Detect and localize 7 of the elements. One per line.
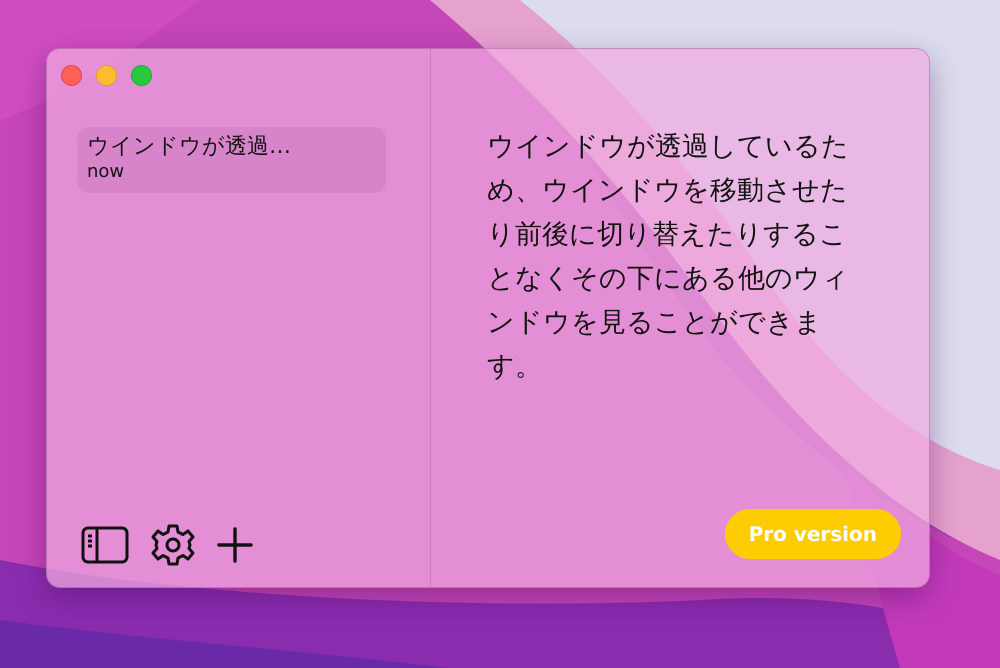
note-list-item[interactable]: ウインドウが透過… now: [77, 127, 386, 193]
sidebar-toggle-icon[interactable]: [81, 526, 129, 564]
add-icon[interactable]: [217, 527, 253, 563]
note-title: ウインドウが透過…: [87, 133, 292, 161]
settings-icon[interactable]: [151, 523, 195, 567]
note-text: ウインドウが透過しているため、ウインドウを移動させたり前後に切り替えたりすることなくその下にある他のウィンドウを見ることができます。: [487, 130, 850, 384]
note-time: now: [87, 161, 126, 183]
